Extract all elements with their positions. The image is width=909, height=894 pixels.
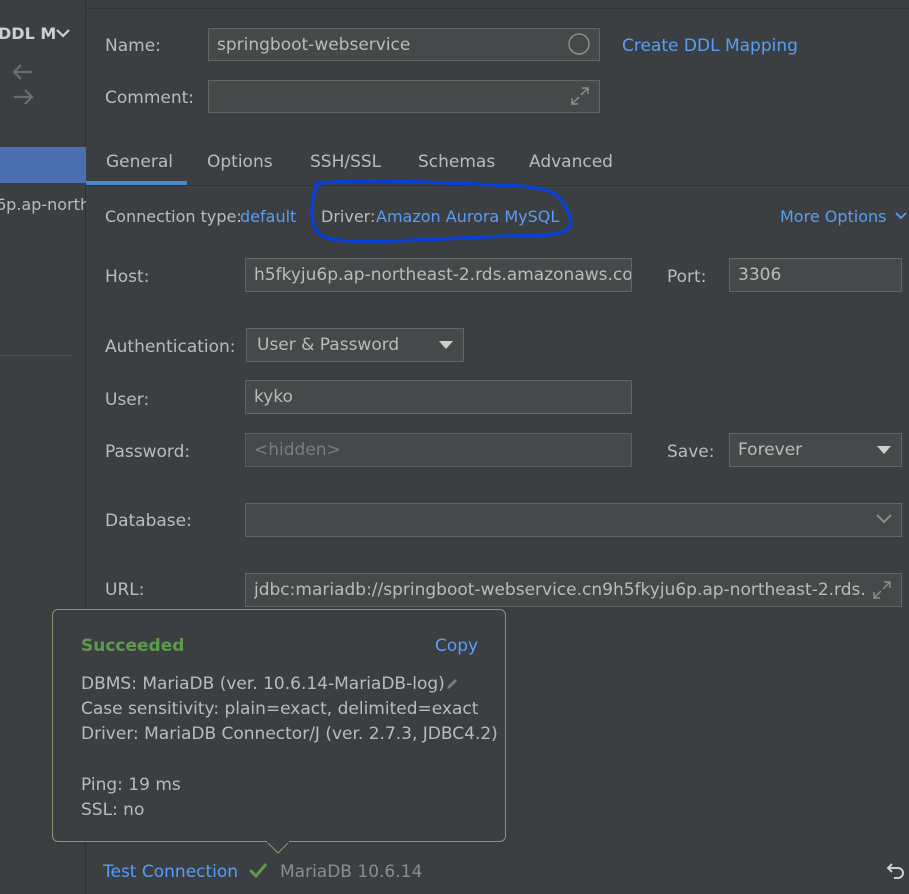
test-result-popup: Succeeded Copy DBMS: MariaDB (ver. 10.6.…	[52, 609, 506, 842]
database-select[interactable]	[245, 503, 902, 537]
chevron-down-icon	[875, 509, 893, 534]
back-arrow-icon[interactable]	[12, 62, 34, 87]
name-input[interactable]: springboot-webservice	[208, 28, 600, 61]
authentication-label: Authentication:	[105, 337, 236, 357]
selected-data-source[interactable]	[0, 147, 86, 183]
data-source-item[interactable]: 6p.ap-north	[0, 195, 86, 214]
tab-schemas[interactable]: Schemas	[418, 152, 495, 172]
driver-info: Driver: MariaDB Connector/J (ver. 2.7.3,…	[81, 724, 498, 744]
host-input[interactable]: h5fkyju6p.ap-northeast-2.rds.amazonaws.c…	[245, 258, 632, 292]
save-value: Forever	[738, 440, 803, 460]
left-pane-header[interactable]: DDL M	[0, 22, 84, 48]
annotation-scribble	[310, 179, 573, 244]
top-border	[0, 0, 909, 9]
ssl-info: SSL: no	[81, 800, 145, 820]
host-value: h5fkyju6p.ap-northeast-2.rds.amazonaws.c…	[254, 265, 632, 285]
tab-options[interactable]: Options	[207, 152, 273, 172]
connection-type-label: Connection type:	[105, 207, 242, 226]
left-divider	[0, 355, 72, 356]
expand-icon[interactable]	[871, 579, 893, 606]
save-label: Save:	[667, 442, 715, 462]
tab-ssh-ssl[interactable]: SSH/SSL	[310, 152, 381, 172]
left-pane-title: DDL M	[0, 24, 57, 43]
dropdown-arrow-icon	[439, 341, 453, 349]
checkmark-icon	[248, 860, 268, 885]
active-tab-indicator	[86, 181, 187, 185]
comment-input[interactable]	[208, 80, 600, 113]
port-label: Port:	[667, 267, 707, 287]
tab-advanced[interactable]: Advanced	[529, 152, 613, 172]
pencil-icon	[447, 679, 458, 689]
forward-arrow-icon[interactable]	[12, 87, 34, 112]
more-options-link[interactable]: More Options	[780, 207, 908, 226]
save-select[interactable]: Forever	[729, 433, 902, 467]
create-ddl-mapping-link[interactable]: Create DDL Mapping	[622, 36, 798, 56]
url-value: jdbc:mariadb://springboot-webservice.cn9…	[254, 580, 865, 600]
copy-link[interactable]: Copy	[435, 636, 478, 656]
password-label: Password:	[105, 442, 191, 462]
url-input[interactable]: jdbc:mariadb://springboot-webservice.cn9…	[245, 573, 902, 607]
case-sensitivity-info: Case sensitivity: plain=exact, delimited…	[81, 699, 479, 719]
ping-info: Ping: 19 ms	[81, 775, 181, 795]
server-version: MariaDB 10.6.14	[280, 862, 423, 882]
comment-label: Comment:	[105, 88, 195, 108]
expand-icon[interactable]	[569, 85, 591, 112]
status-succeeded: Succeeded	[81, 636, 185, 656]
color-circle-icon[interactable]	[567, 32, 591, 60]
undo-icon[interactable]	[886, 860, 906, 885]
authentication-value: User & Password	[257, 335, 400, 355]
dbms-text: DBMS: MariaDB (ver. 10.6.14-MariaDB-log)	[81, 674, 445, 694]
password-placeholder: <hidden>	[254, 440, 341, 460]
dbms-info: DBMS: MariaDB (ver. 10.6.14-MariaDB-log)	[81, 674, 460, 694]
database-label: Database:	[105, 511, 192, 531]
bottom-bar: Test Connection MariaDB 10.6.14	[86, 848, 909, 894]
port-input[interactable]: 3306	[729, 258, 902, 292]
tab-general[interactable]: General	[106, 152, 173, 172]
name-label: Name:	[105, 36, 161, 56]
user-input[interactable]: kyko	[245, 380, 632, 414]
host-label: Host:	[105, 267, 150, 287]
user-label: User:	[105, 390, 150, 410]
connection-type-link[interactable]: default	[240, 207, 296, 226]
more-options-label: More Options	[780, 207, 887, 226]
user-value: kyko	[254, 387, 293, 407]
test-connection-link[interactable]: Test Connection	[103, 862, 238, 882]
url-label: URL:	[105, 580, 145, 600]
dropdown-arrow-icon	[877, 446, 891, 454]
port-value: 3306	[738, 265, 782, 285]
nav-arrows	[12, 62, 85, 112]
chevron-down-icon[interactable]	[55, 22, 71, 48]
chevron-down-icon	[894, 212, 907, 220]
authentication-select[interactable]: User & Password	[246, 328, 464, 362]
password-input[interactable]: <hidden>	[245, 433, 632, 467]
name-value: springboot-webservice	[217, 34, 411, 55]
